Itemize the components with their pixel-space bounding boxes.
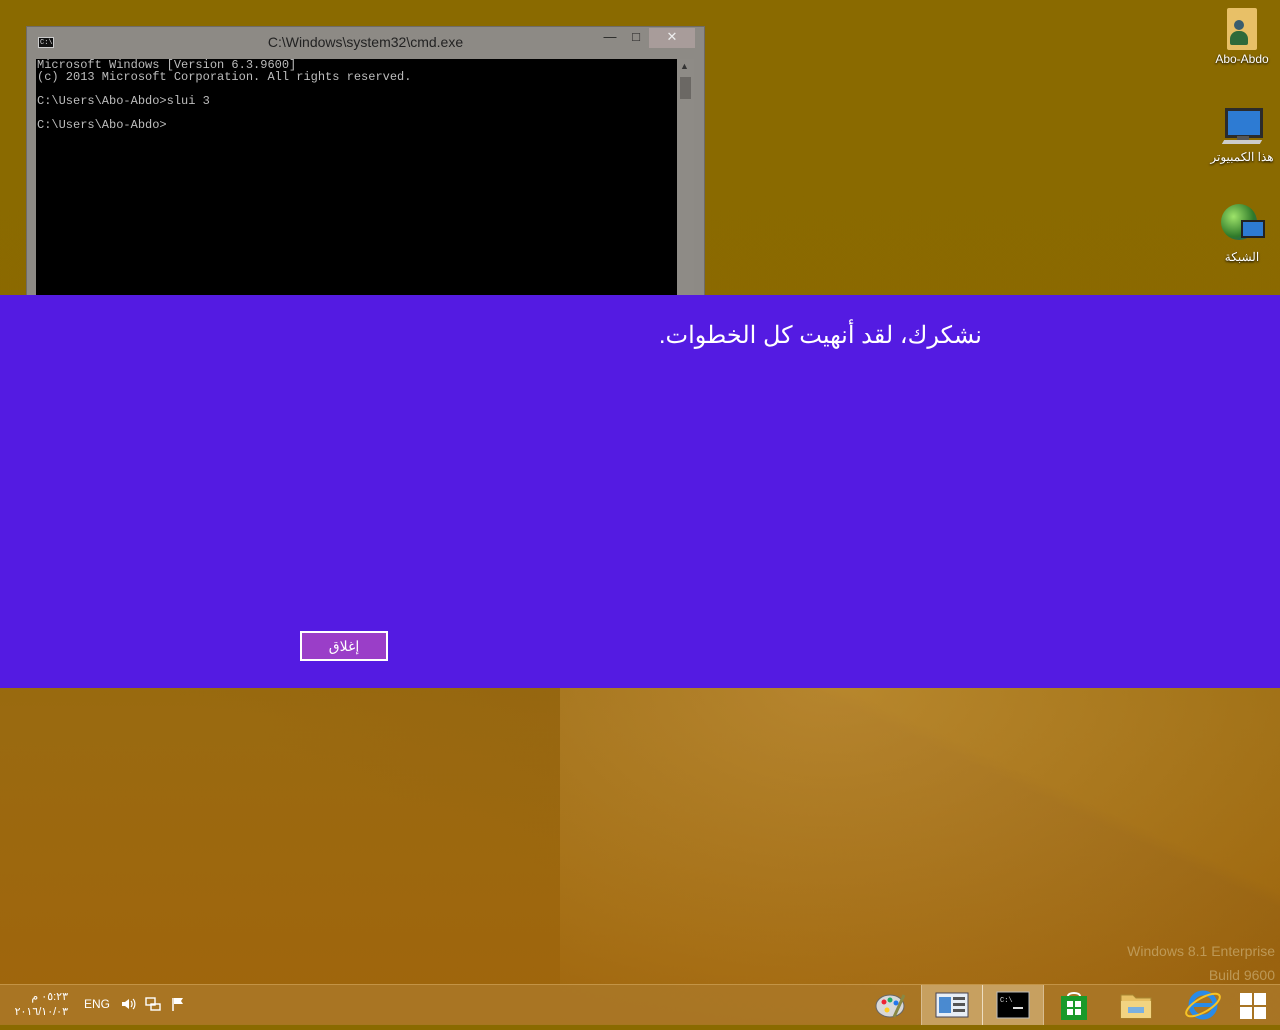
windows-watermark: Windows 8.1 Enterprise Build 9600 [1127, 939, 1275, 987]
taskbar-cmd[interactable]: C:\ [982, 985, 1044, 1025]
desktop-icon-user-folder[interactable]: Abo-Abdo [1207, 6, 1277, 66]
close-button[interactable]: ✕ [649, 28, 695, 48]
volume-icon[interactable] [120, 996, 136, 1015]
internet-explorer-icon [1185, 990, 1221, 1020]
taskbar-control-panel[interactable] [921, 985, 983, 1025]
cmd-icon: C:\ [996, 991, 1030, 1019]
network-tray-icon[interactable] [145, 996, 161, 1015]
maximize-button[interactable]: □ [625, 28, 647, 48]
taskbar-file-explorer[interactable] [1106, 985, 1166, 1025]
taskbar: ٠٥:٢٣ م ٢٠١٦/١٠/٠٣ ENG C:\ [0, 984, 1280, 1025]
desktop-icon-label: هذا الكمبيوتر [1210, 150, 1274, 164]
cmd-console-output[interactable]: Microsoft Windows [Version 6.3.9600] (c)… [36, 59, 677, 305]
user-folder-icon [1225, 6, 1259, 50]
action-center-flag-icon[interactable] [170, 996, 186, 1015]
clock-date: ٢٠١٦/١٠/٠٣ [14, 1006, 68, 1018]
desktop-icon-label: الشبكة [1224, 250, 1260, 264]
minimize-button[interactable]: — [599, 28, 621, 48]
cmd-titlebar[interactable]: C:\ C:\Windows\system32\cmd.exe — □ ✕ [27, 27, 704, 57]
taskbar-paint[interactable] [860, 985, 920, 1025]
language-indicator[interactable]: ENG [84, 997, 110, 1011]
close-dialog-button[interactable]: إغلاق [300, 631, 388, 661]
desktop-icon-network[interactable]: الشبكة [1207, 202, 1277, 264]
watermark-edition: Windows 8.1 Enterprise [1127, 943, 1275, 959]
taskbar-store[interactable] [1044, 985, 1104, 1025]
network-icon [1219, 202, 1265, 248]
start-button[interactable] [1240, 993, 1266, 1019]
completion-message: نشكرك، لقد أنهيت كل الخطوات. [658, 322, 982, 349]
clock-time: ٠٥:٢٣ م [31, 991, 68, 1003]
taskbar-clock[interactable]: ٠٥:٢٣ م ٢٠١٦/١٠/٠٣ [14, 990, 68, 1020]
cmd-scrollbar[interactable]: ▲ [677, 59, 694, 305]
scrollbar-thumb[interactable] [680, 77, 691, 99]
activation-dialog: نشكرك، لقد أنهيت كل الخطوات. إغلاق [0, 295, 1280, 688]
svg-text:C:\: C:\ [1000, 997, 1013, 1005]
store-icon [1061, 992, 1087, 1020]
taskbar-internet-explorer[interactable] [1173, 985, 1233, 1025]
computer-icon [1219, 106, 1265, 146]
file-explorer-icon [1120, 994, 1152, 1019]
console-line: C:\Users\Abo-Abdo>slui 3 [37, 94, 210, 108]
cmd-window[interactable]: C:\ C:\Windows\system32\cmd.exe — □ ✕ Mi… [26, 26, 705, 308]
desktop-icon-label: Abo-Abdo [1215, 52, 1269, 66]
scroll-up-arrow-icon[interactable]: ▲ [680, 61, 689, 71]
control-panel-icon [935, 992, 969, 1018]
console-prompt-line[interactable]: C:\Users\Abo-Abdo> [36, 119, 677, 131]
desktop-icon-this-pc[interactable]: هذا الكمبيوتر [1207, 106, 1277, 164]
console-line: (c) 2013 Microsoft Corporation. All righ… [37, 70, 412, 84]
paint-icon [875, 994, 906, 1018]
